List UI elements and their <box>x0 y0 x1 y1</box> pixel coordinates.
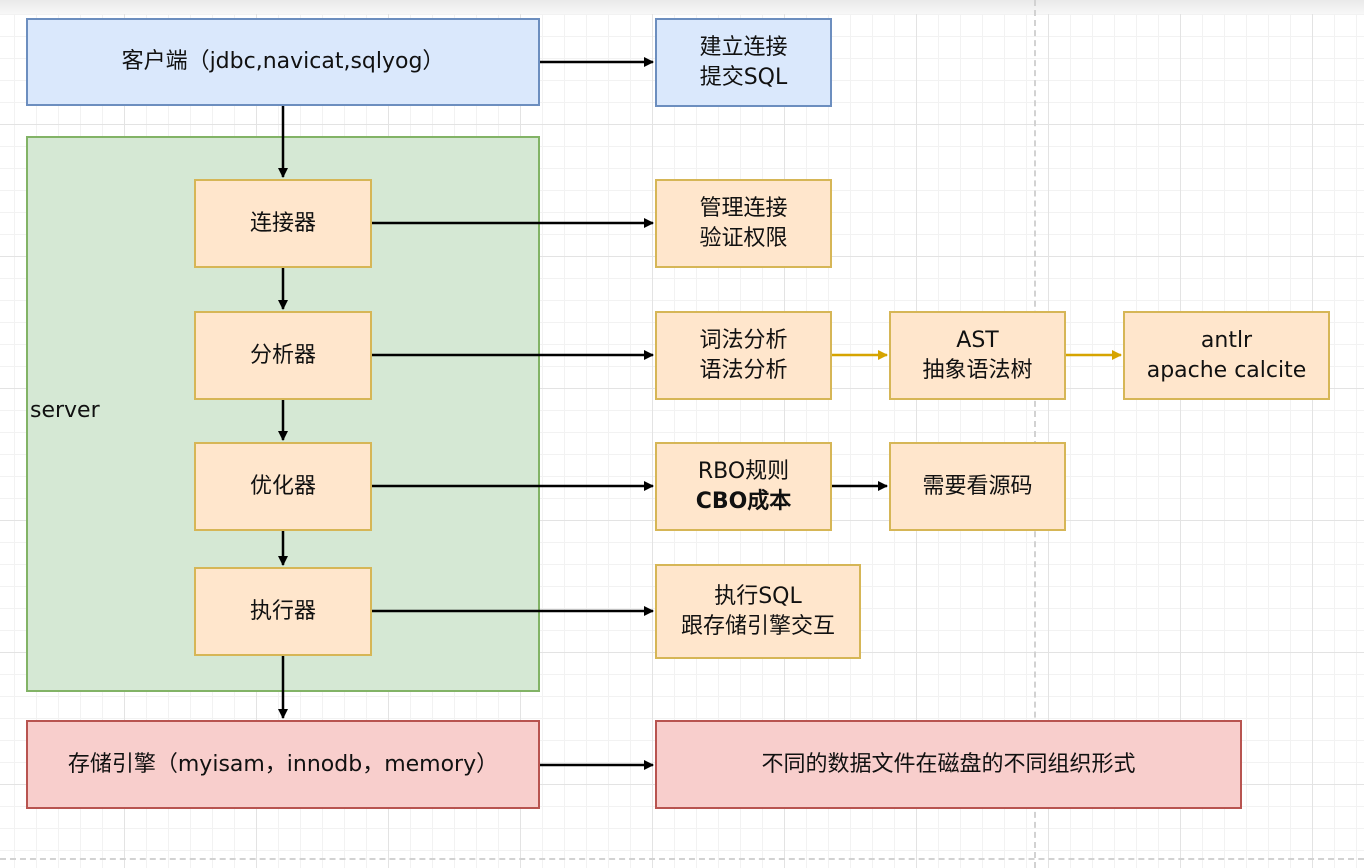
diagram-canvas: server 客户端（jdbc,navicat,sqlyog） 建立连接 提交S… <box>0 0 1364 868</box>
edge-layer <box>278 57 1122 770</box>
